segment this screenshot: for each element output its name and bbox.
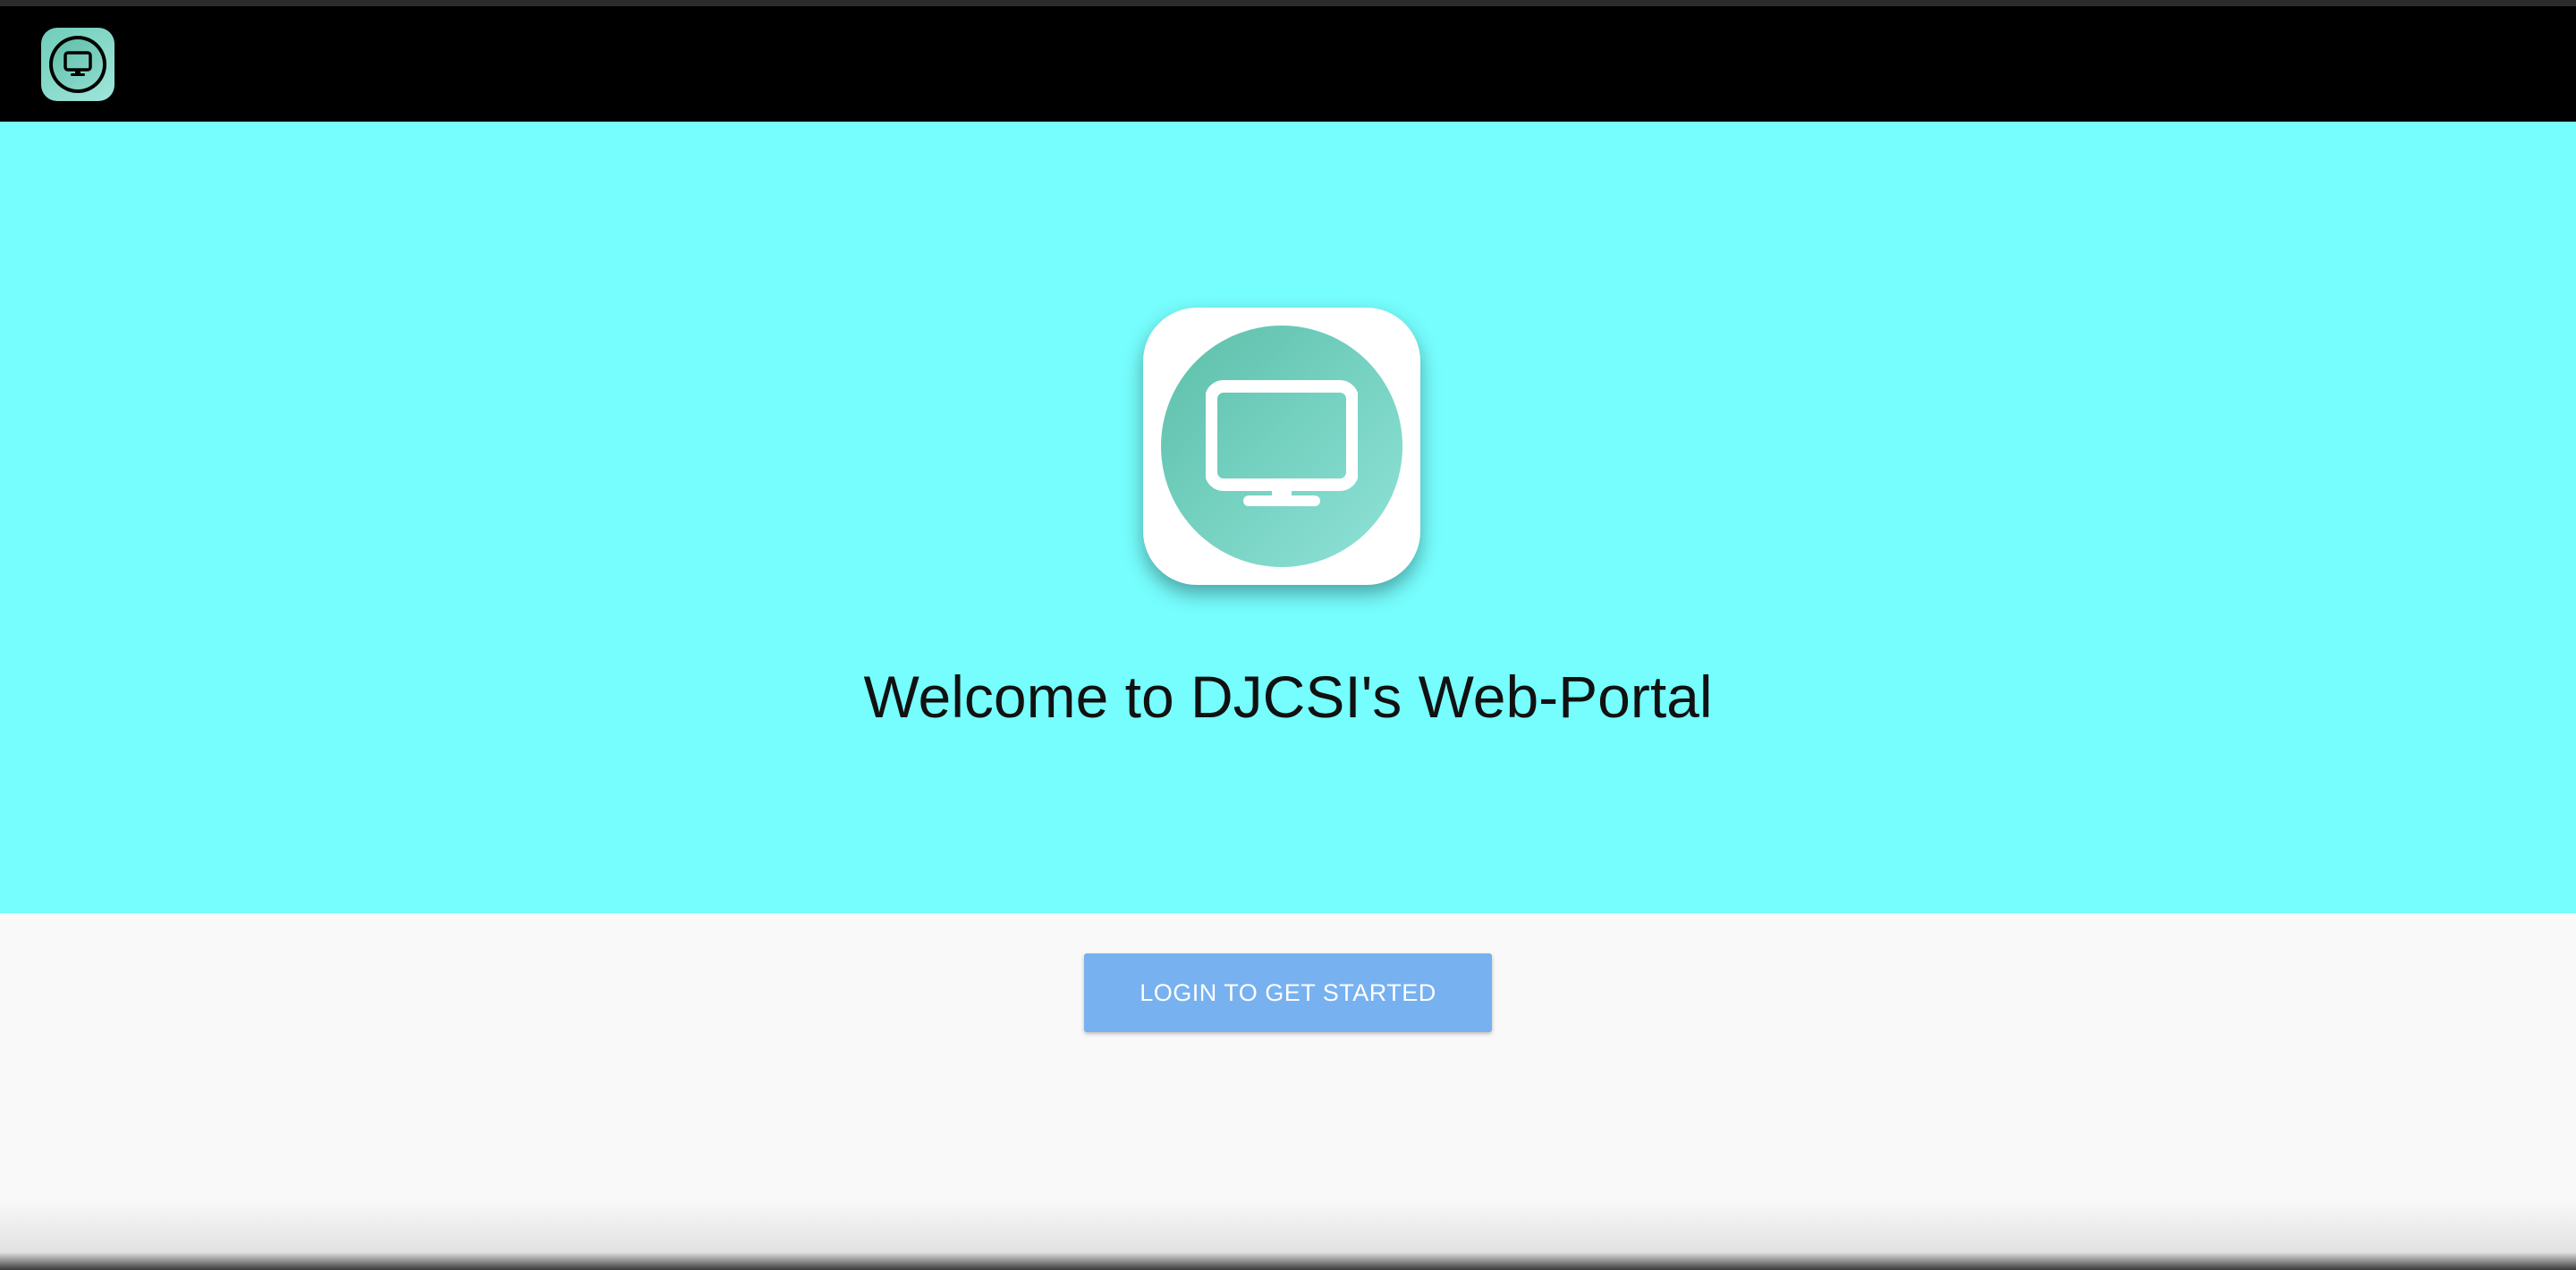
nav-logo-inner [53, 39, 103, 89]
hero-logo [1143, 308, 1420, 585]
login-button[interactable]: LOGIN TO GET STARTED [1084, 953, 1492, 1032]
monitor-icon [1206, 380, 1358, 506]
hero-logo-circle [1161, 326, 1402, 567]
nav-logo[interactable] [41, 28, 114, 101]
monitor-icon [64, 51, 92, 76]
window-top-strip [0, 0, 2576, 6]
hero-banner: Welcome to DJCSI's Web-Portal [0, 122, 2576, 913]
bottom-edge-shadow [0, 1198, 2576, 1270]
page-title: Welcome to DJCSI's Web-Portal [863, 664, 1713, 730]
navbar [0, 6, 2576, 122]
nav-logo-ring [49, 36, 106, 93]
